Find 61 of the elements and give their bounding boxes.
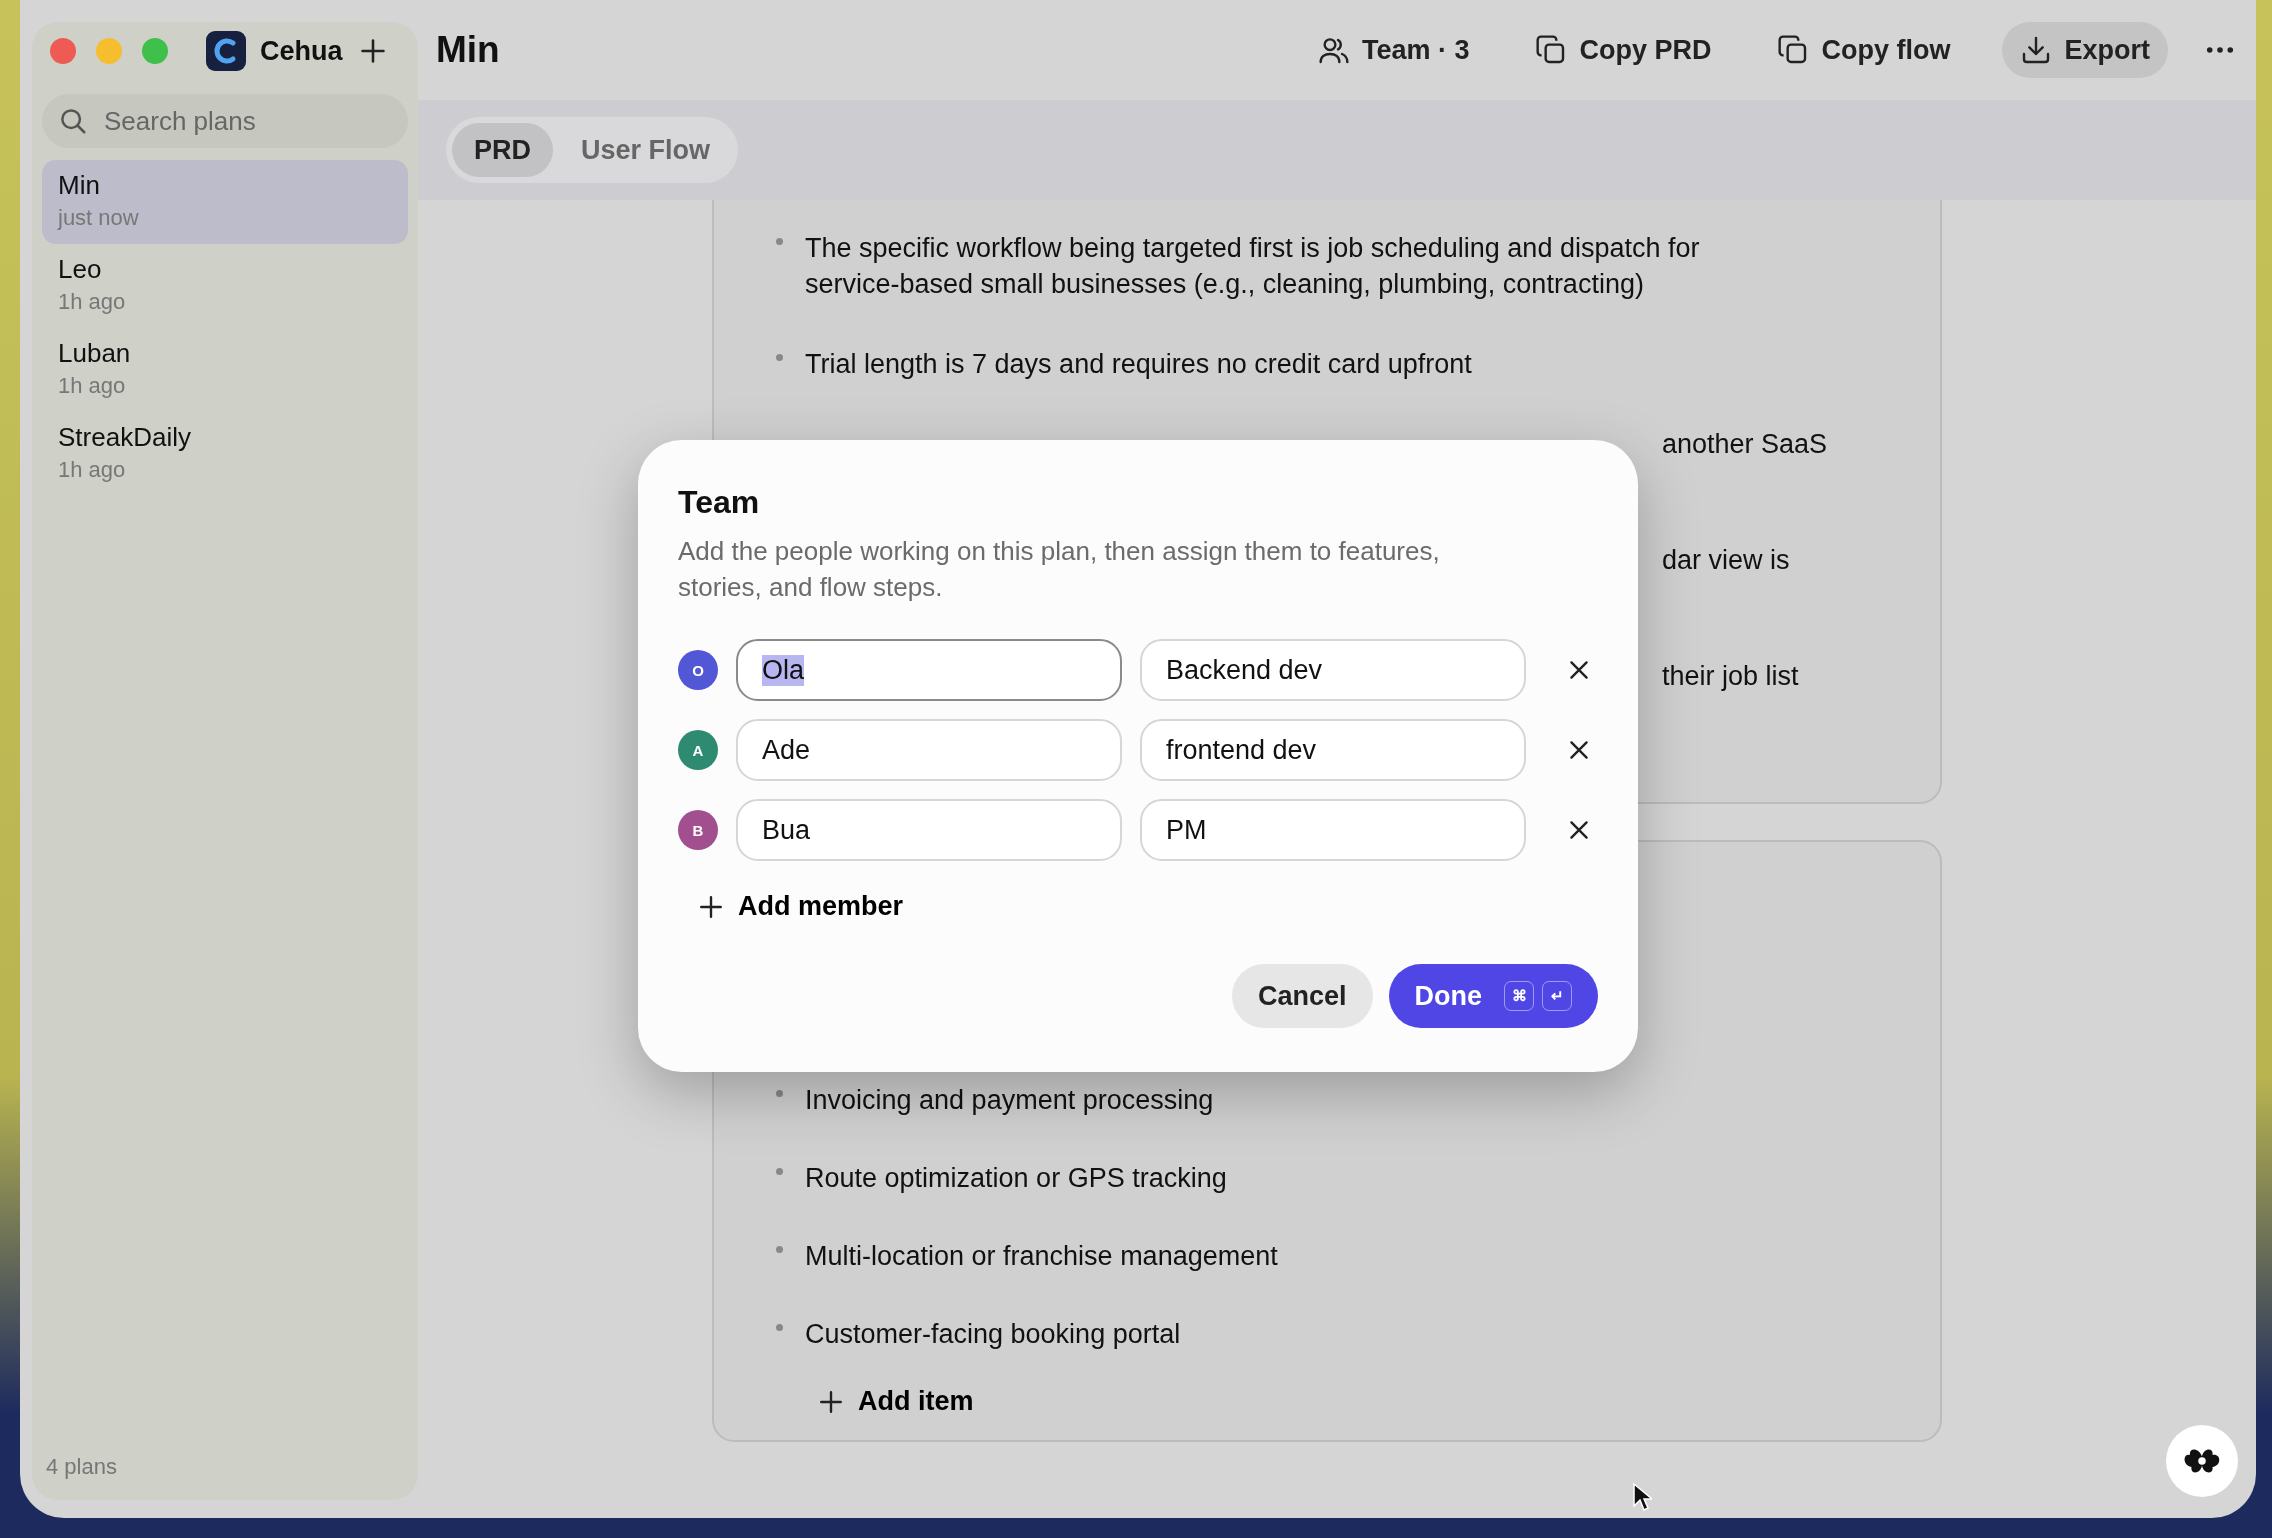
role-field[interactable]: frontend dev	[1140, 719, 1526, 781]
bullet-dot	[776, 1090, 783, 1097]
list-item-text: Trial length is 7 days and requires no credit card upfront	[805, 348, 1472, 381]
bullet-dot	[776, 1168, 783, 1175]
add-member-button[interactable]: Add member	[698, 891, 904, 922]
member-avatar: B	[678, 810, 718, 850]
plan-time: 1h ago	[58, 373, 127, 399]
plan-title: Leo	[58, 254, 103, 285]
list-item-text: dar view is	[1662, 544, 1790, 577]
bullet-dot	[776, 238, 783, 245]
bullet-dot	[776, 354, 783, 361]
cursor-icon	[1632, 1482, 1652, 1512]
search-field[interactable]: Search plans	[42, 94, 408, 148]
name-field[interactable]: Bua	[736, 799, 1122, 861]
add-item-button[interactable]: Add item	[818, 1386, 974, 1417]
list-item-text: Customer-facing booking portal	[805, 1318, 1181, 1351]
list-item-text: Route optimization or GPS tracking	[805, 1162, 1227, 1195]
bullet-dot	[776, 1246, 783, 1253]
plus-icon	[698, 893, 724, 920]
list-item-text: Invoicing and payment processing	[805, 1084, 1214, 1117]
plan-item[interactable]: Min just now	[42, 160, 408, 244]
plan-title: StreakDaily	[58, 422, 192, 453]
list-item-text: Multi-location or franchise management	[805, 1240, 1278, 1273]
list-item-text: another SaaS	[1662, 428, 1828, 461]
view-tab[interactable]: PRD	[452, 123, 553, 177]
plan-title: Luban	[58, 338, 132, 369]
list-item-text: The specific workflow being targeted first is job scheduling and dispatch for service-based small businesses (e.g., cleaning, plumbing, contracting)	[805, 232, 1701, 301]
plan-count: 4 plans	[45, 1454, 118, 1481]
plan-time: 1h ago	[58, 457, 127, 483]
plus-icon[interactable]	[358, 37, 387, 65]
list-item-text: their job list	[1662, 660, 1799, 693]
name-field[interactable]: Ade	[736, 719, 1122, 781]
toolbar-button[interactable]: Copy PRD	[1521, 22, 1726, 78]
cancel-button[interactable]: Cancel	[1231, 964, 1373, 1028]
toolbar-button[interactable]: Team · 3	[1303, 22, 1484, 78]
more-icon[interactable]	[2206, 46, 2234, 54]
toolbar-button[interactable]: Export	[2002, 22, 2168, 78]
dialog-title: Team	[678, 484, 761, 521]
plan-title: Min	[58, 170, 101, 201]
plan-item[interactable]: Leo 1h ago	[42, 244, 408, 328]
plan-title-heading: Min	[436, 29, 500, 71]
plan-item[interactable]: Luban 1h ago	[42, 328, 408, 412]
plus-icon	[818, 1388, 844, 1415]
name-field[interactable]: Ola	[736, 639, 1122, 701]
dialog-description: Add the people working on this plan, then assign them to features, stories, and flow steps.	[678, 535, 1441, 604]
role-field[interactable]: PM	[1140, 799, 1526, 861]
app-logo-icon	[206, 31, 246, 71]
app-name: Cehua	[260, 35, 343, 67]
shortcut-key: ↵	[1542, 981, 1572, 1011]
done-button[interactable]: Done ⌘ ↵	[1388, 964, 1598, 1028]
member-avatar: A	[678, 730, 718, 770]
plan-time: just now	[58, 205, 140, 231]
plan-time: 1h ago	[58, 289, 127, 315]
view-tab[interactable]: User Flow	[559, 123, 733, 177]
toolbar-button[interactable]: Copy flow	[1763, 22, 1965, 78]
member-avatar: O	[678, 650, 718, 690]
role-field[interactable]: Backend dev	[1140, 639, 1526, 701]
bullet-dot	[776, 1324, 783, 1331]
shortcut-key: ⌘	[1504, 981, 1534, 1011]
search-icon	[58, 106, 88, 136]
plan-item[interactable]: StreakDaily 1h ago	[42, 412, 408, 496]
